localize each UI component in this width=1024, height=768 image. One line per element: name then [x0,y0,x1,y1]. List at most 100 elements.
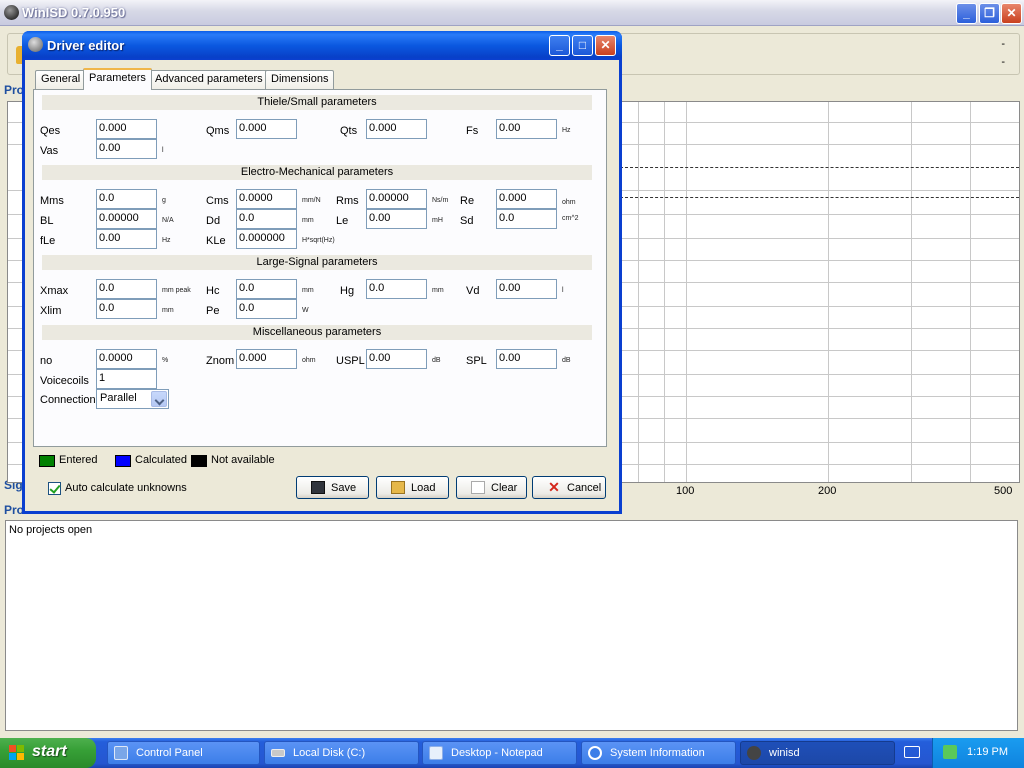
auto-calculate-label[interactable]: Auto calculate unknowns [65,482,187,494]
hg-field[interactable]: 0.0 [366,279,427,299]
voicecoils-field[interactable]: 1 [96,369,157,389]
label-znom: Znom [206,355,235,367]
mms-field[interactable]: 0.0 [96,189,157,209]
label-rms: Rms [336,195,359,207]
unit-le: mH [432,217,443,224]
label-voicecoils: Voicecoils [40,375,89,387]
qes-field[interactable]: 0.000 [96,119,157,139]
re-field[interactable]: 0.000 [496,189,557,209]
group-header-large-signal: Large-Signal parameters [42,255,592,270]
grid-line [828,102,829,482]
legend-label-entered: Entered [59,454,98,466]
cancel-button[interactable]: ✕ Cancel [532,476,606,499]
xlim-field[interactable]: 0.0 [96,299,157,319]
taskbar-item-notepad[interactable]: Desktop - Notepad [422,741,577,765]
winisd-app-icon[interactable] [4,5,19,20]
vas-field[interactable]: 0.00 [96,139,157,159]
dialog-titlebar[interactable]: Driver editor _ □ ✕ [22,31,622,60]
dialog-close-button[interactable]: ✕ [595,35,616,56]
label-dd: Dd [206,215,221,227]
taskbar-item-system-information[interactable]: System Information [581,741,736,765]
taskbar: start Control Panel Local Disk (C:) Desk… [0,738,1024,768]
label-pe: Pe [206,305,220,317]
qms-field[interactable]: 0.000 [236,119,297,139]
projects-list[interactable]: No projects open [5,520,1018,731]
taskbar-item-label: Control Panel [136,747,203,759]
unit-cms: mm/N [302,197,321,204]
section-label-projects: Pro [4,83,25,97]
bl-field[interactable]: 0.00000 [96,209,157,229]
hc-field[interactable]: 0.0 [236,279,297,299]
save-button-label: Save [331,482,357,494]
floppy-disk-icon [311,481,325,494]
restore-button[interactable]: ❐ [979,3,1000,24]
znom-field[interactable]: 0.000 [236,349,297,369]
cms-field[interactable]: 0.0000 [236,189,297,209]
save-button[interactable]: Save [296,476,369,499]
unit-xmax: mm peak [162,287,191,294]
pe-field[interactable]: 0.0 [236,299,297,319]
label-fs: Fs [466,125,479,137]
toolbar-dash: - [1001,38,1005,50]
grid-line [970,102,971,482]
notepad-icon [429,746,443,760]
fle-field[interactable]: 0.00 [96,229,157,249]
xmax-field[interactable]: 0.0 [96,279,157,299]
group-header-electro-mechanical: Electro-Mechanical parameters [42,165,592,180]
qts-field[interactable]: 0.000 [366,119,427,139]
connection-selected-value: Parallel [100,392,137,404]
cancel-x-icon: ✕ [548,479,560,495]
taskbar-item-winisd[interactable]: winisd [740,741,895,765]
le-field[interactable]: 0.00 [366,209,427,229]
sd-field[interactable]: 0.0 [496,209,557,229]
load-button[interactable]: Load [376,476,449,499]
keyboard-icon[interactable] [904,746,920,758]
clear-button[interactable]: Clear [456,476,527,499]
projects-empty-message: No projects open [9,524,93,536]
taskbar-item-local-disk[interactable]: Local Disk (C:) [264,741,419,765]
auto-calculate-checkbox[interactable] [48,482,61,495]
minimize-button[interactable]: _ [956,3,977,24]
no-field[interactable]: 0.0000 [96,349,157,369]
taskbar-item-control-panel[interactable]: Control Panel [107,741,260,765]
windows-logo-icon [9,745,26,761]
vd-field[interactable]: 0.00 [496,279,557,299]
restore-icon: ❐ [984,6,995,20]
legend-swatch-not-available [191,455,207,467]
dd-field[interactable]: 0.0 [236,209,297,229]
dialog-minimize-button[interactable]: _ [549,35,570,56]
chevron-down-icon[interactable] [151,391,167,407]
blank-page-icon [471,481,485,494]
main-titlebar[interactable]: WinISD 0.7.0.950 _ ❐ ✕ [0,0,1024,26]
fs-field[interactable]: 0.00 [496,119,557,139]
start-button[interactable]: start [0,738,96,768]
unit-sd: cm^2 [562,215,579,222]
grid-line [664,102,665,482]
unit-hc: mm [302,287,314,294]
uspl-field[interactable]: 0.00 [366,349,427,369]
close-icon: ✕ [600,38,611,52]
label-le: Le [336,215,349,227]
connection-select[interactable]: Parallel [96,389,169,409]
unit-mms: g [162,197,166,204]
tab-parameters[interactable]: Parameters [83,68,152,90]
grid-line [638,102,639,482]
dialog-maximize-button[interactable]: □ [572,35,593,56]
rms-field[interactable]: 0.00000 [366,189,427,209]
label-xlim: Xlim [40,305,62,317]
network-icon[interactable] [943,745,957,759]
folder-icon [391,481,405,494]
control-panel-icon [114,746,128,760]
close-icon: ✕ [1006,6,1017,20]
tab-dimensions[interactable]: Dimensions [265,70,335,89]
driver-editor-dialog: Driver editor _ □ ✕ General Parameters A… [22,31,622,514]
tab-general[interactable]: General [35,70,87,89]
legend-swatch-calculated [115,455,131,467]
close-button[interactable]: ✕ [1001,3,1022,24]
spl-field[interactable]: 0.00 [496,349,557,369]
label-re: Re [460,195,475,207]
legend-label-calculated: Calculated [135,454,187,466]
clock[interactable]: 1:19 PM [967,746,1008,758]
tab-advanced-parameters[interactable]: Advanced parameters [149,70,269,89]
kle-field[interactable]: 0.000000 [236,229,297,249]
